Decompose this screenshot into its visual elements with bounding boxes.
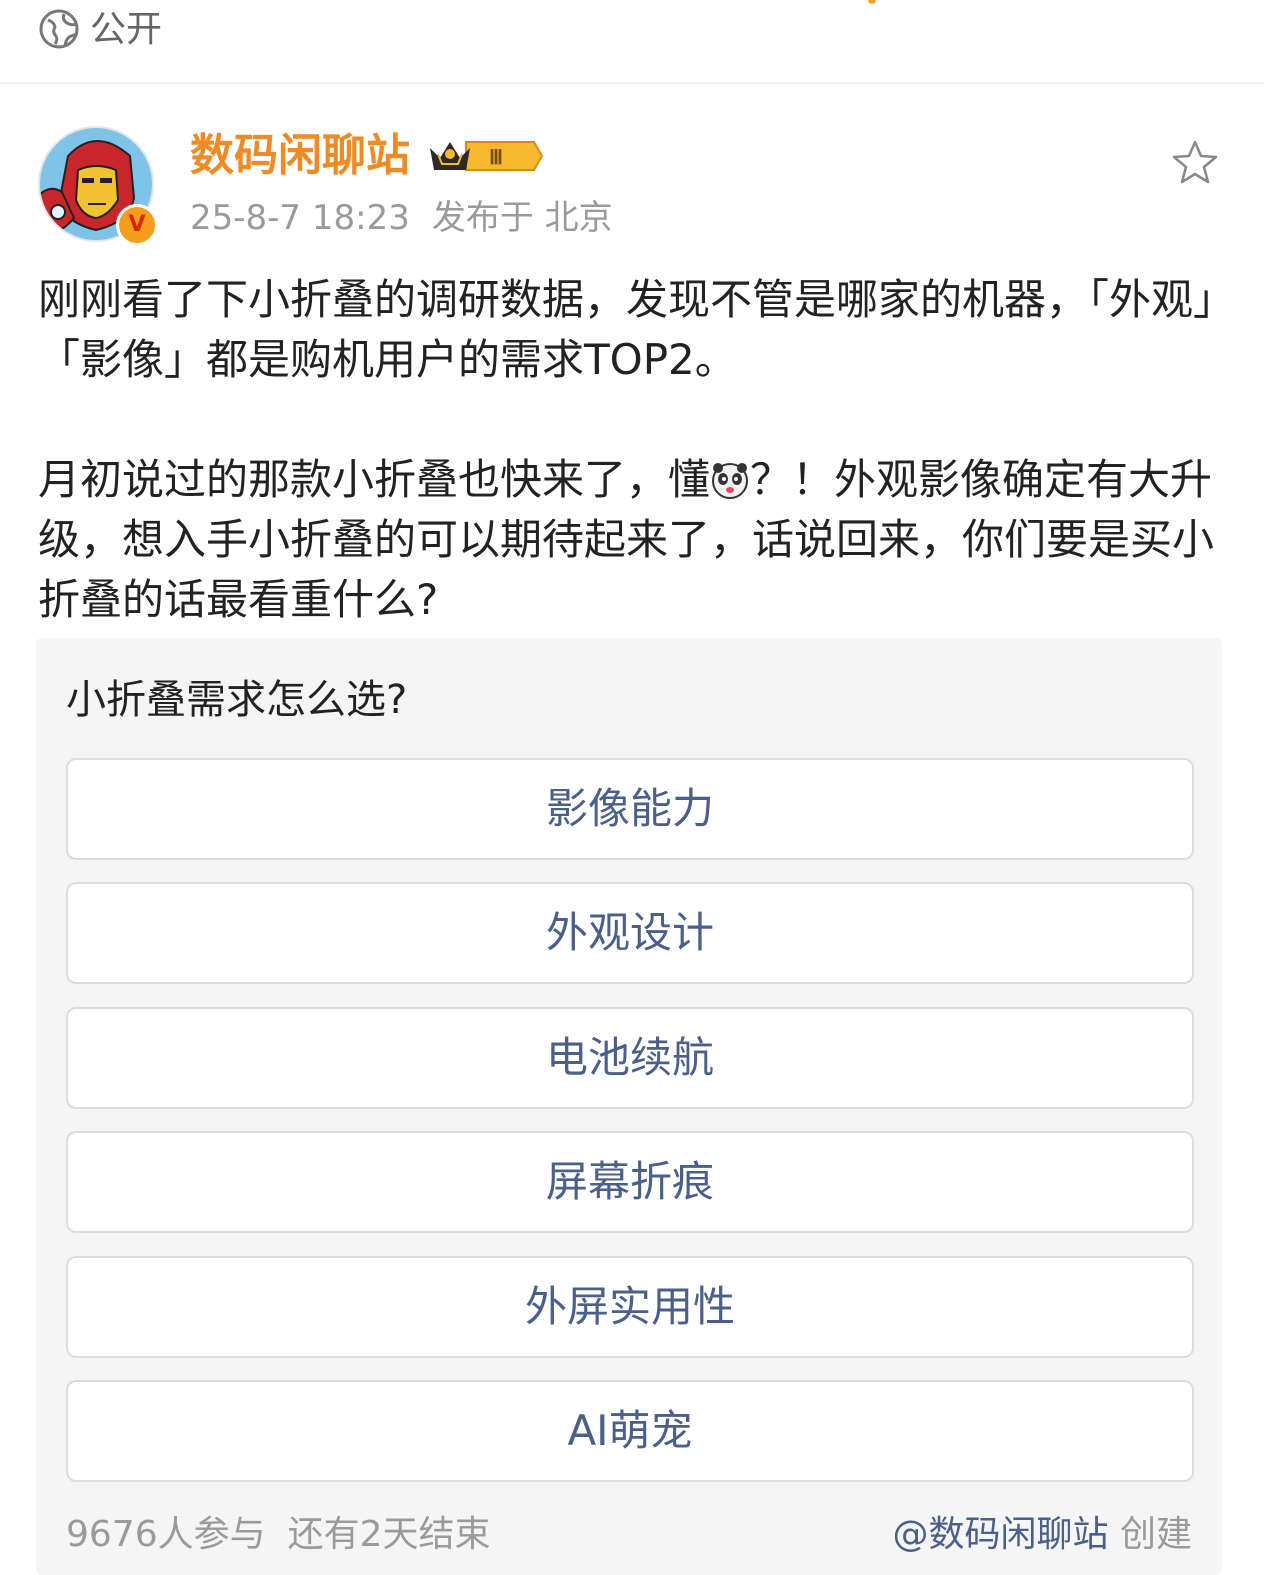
- poll-title: 小折叠需求怎么选?: [66, 677, 408, 723]
- top-bar: 公开: [0, 0, 1264, 84]
- poll-option[interactable]: 影像能力: [66, 758, 1194, 860]
- poll-option[interactable]: 外观设计: [66, 882, 1194, 984]
- post-paragraph-2-start: 月初说过的那款小折叠也快来了，懂: [38, 455, 711, 504]
- post-timestamp: 25-8-7 18:23: [190, 198, 410, 238]
- level-badge-text: Ⅲ: [489, 147, 503, 169]
- panda-emoji-icon: [712, 463, 749, 499]
- poll-option[interactable]: AI萌宠: [66, 1380, 1194, 1482]
- post-paragraph-2: 月初说过的那款小折叠也快来了，懂 ？！外观影像确定有大升级，想入手小折叠的可以期…: [38, 450, 1226, 630]
- verified-badge-icon: V: [116, 204, 158, 246]
- post-meta: 25-8-7 18:23 发布于 北京: [190, 196, 613, 240]
- poll-card: 小折叠需求怎么选? 影像能力 外观设计 电池续航 屏幕折痕 外屏实用性 AI萌宠…: [36, 638, 1222, 1575]
- post-paragraph-1: 刚刚看了下小折叠的调研数据，发现不管是哪家的机器，「外观」「影像」都是购机用户的…: [38, 275, 1215, 384]
- visibility-label[interactable]: 公开: [90, 8, 162, 52]
- post-location: 发布于 北京: [431, 198, 613, 238]
- globe-icon: [39, 9, 79, 49]
- poll-creator: @数码闲聊站 创建: [893, 1510, 1192, 1560]
- poll-option[interactable]: 外屏实用性: [66, 1256, 1194, 1358]
- poll-stats: 9676人参与 还有2天结束: [66, 1510, 491, 1560]
- poll-option[interactable]: 屏幕折痕: [66, 1131, 1194, 1233]
- poll-option[interactable]: 电池续航: [66, 1007, 1194, 1109]
- star-outline-icon[interactable]: [1170, 138, 1220, 188]
- avatar[interactable]: V: [38, 126, 158, 246]
- poll-remaining: 还有2天结束: [287, 1514, 491, 1555]
- poll-creator-suffix: 创建: [1119, 1514, 1192, 1555]
- poll-creator-link[interactable]: @数码闲聊站: [893, 1514, 1109, 1555]
- post-body: 刚刚看了下小折叠的调研数据，发现不管是哪家的机器，「外观」「影像」都是购机用户的…: [38, 270, 1226, 630]
- crown-level-badge-icon[interactable]: Ⅲ: [426, 134, 544, 178]
- orange-dot-decoration: [868, 0, 876, 4]
- poll-participants: 9676人参与: [66, 1514, 266, 1555]
- author-name[interactable]: 数码闲聊站: [190, 128, 410, 184]
